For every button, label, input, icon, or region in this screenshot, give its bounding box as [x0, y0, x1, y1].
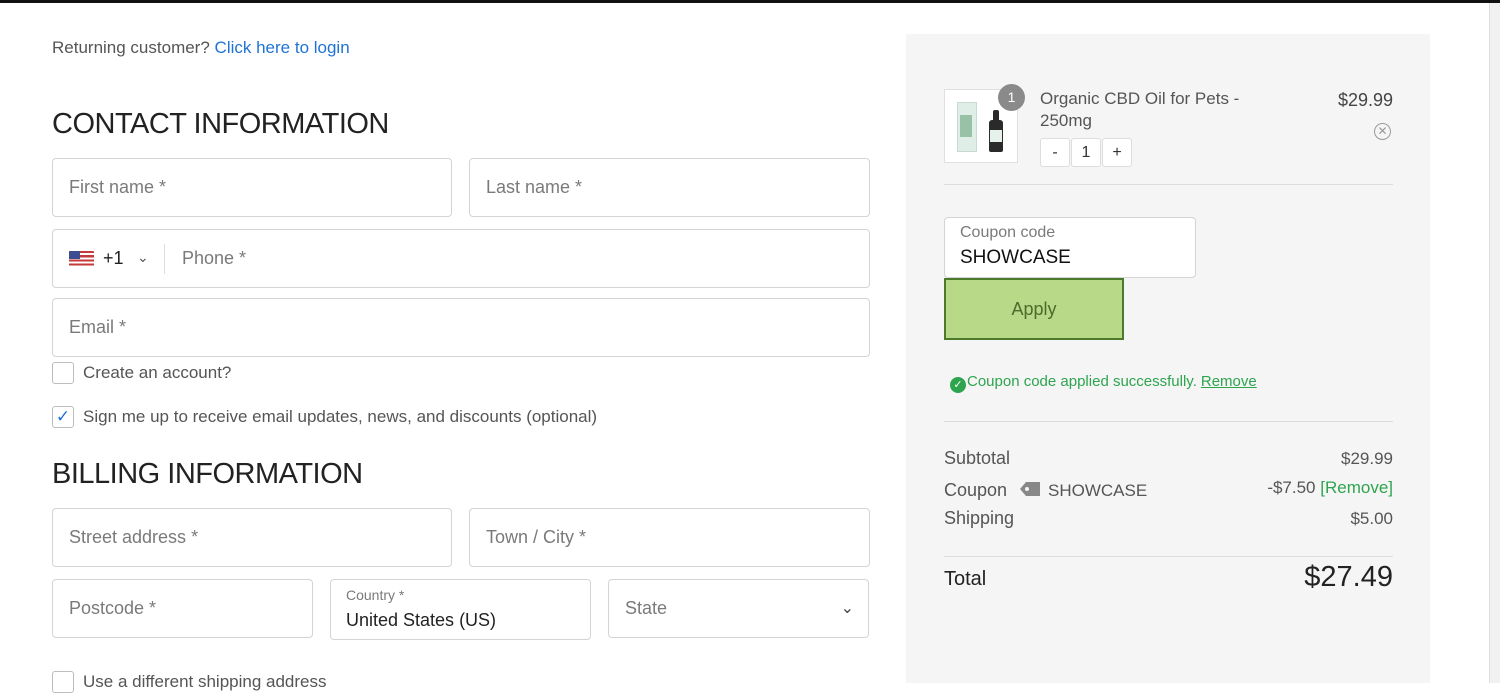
returning-text: Returning customer? — [52, 38, 210, 57]
decrease-qty-button[interactable]: - — [1040, 138, 1070, 167]
returning-customer: Returning customer? Click here to login — [52, 38, 350, 58]
newsletter-label: Sign me up to receive email updates, new… — [83, 407, 598, 426]
subtotal-value: $29.99 — [1341, 449, 1393, 468]
street-placeholder: Street address * — [69, 527, 199, 547]
applied-coupon-code: SHOWCASE — [1048, 481, 1148, 500]
street-field[interactable]: Street address * — [52, 508, 452, 567]
country-select[interactable]: Country * United States (US) — [330, 579, 591, 640]
first-name-field[interactable]: First name * — [52, 158, 452, 217]
check-circle-icon: ✓ — [950, 377, 966, 393]
coupon-value: SHOWCASE — [960, 247, 1071, 268]
phone-placeholder: Phone * — [182, 248, 247, 268]
coupon-discount-value: -$7.50 — [1267, 478, 1316, 497]
country-code[interactable]: +1 — [103, 248, 124, 269]
chevron-down-icon: ⌄ — [840, 600, 854, 617]
country-label: Country * — [346, 587, 405, 603]
us-flag-icon[interactable] — [69, 251, 94, 266]
close-circle-icon[interactable]: ✕ — [1374, 123, 1391, 140]
city-placeholder: Town / City * — [486, 527, 587, 547]
city-field[interactable]: Town / City * — [469, 508, 870, 567]
divider — [944, 556, 1393, 557]
coupon-discount: -$7.50 [Remove] — [1267, 478, 1393, 498]
qty-input[interactable]: 1 — [1071, 138, 1101, 167]
apply-button[interactable]: Apply — [944, 278, 1124, 340]
phone-field[interactable]: +1 ⌄ Phone * — [52, 229, 870, 288]
login-link[interactable]: Click here to login — [215, 38, 350, 57]
quantity-badge: 1 — [998, 84, 1025, 111]
coupon-field[interactable]: Coupon code SHOWCASE — [944, 217, 1196, 278]
subtotal-label: Subtotal — [944, 448, 1011, 468]
product-price: $29.99 — [1337, 90, 1393, 110]
shipping-label: Shipping — [944, 508, 1015, 528]
top-bar — [0, 0, 1500, 3]
email-placeholder: Email * — [69, 317, 127, 337]
state-select[interactable]: State ⌄ — [608, 579, 869, 638]
state-placeholder: State — [625, 598, 668, 618]
total-value: $27.49 — [1304, 561, 1393, 593]
coupon-remove-link[interactable]: [Remove] — [1320, 478, 1393, 497]
chevron-down-icon[interactable]: ⌄ — [137, 249, 149, 266]
newsletter-checkbox[interactable]: ✓ — [52, 406, 74, 428]
email-field[interactable]: Email * — [52, 298, 870, 357]
country-value: United States (US) — [346, 610, 497, 630]
divider — [944, 421, 1393, 422]
product-name: Organic CBD Oil for Pets - 250mg — [1040, 89, 1240, 130]
coupon-success-message: ✓ Coupon code applied successfully. Remove — [950, 373, 1257, 393]
scrollbar[interactable] — [1489, 3, 1500, 683]
create-account-label: Create an account? — [83, 363, 232, 382]
different-shipping-checkbox[interactable] — [52, 671, 74, 693]
tag-icon — [1020, 482, 1040, 496]
contact-title: CONTACT INFORMATION — [52, 108, 389, 140]
postcode-field[interactable]: Postcode * — [52, 579, 313, 638]
success-text: Coupon code applied successfully. — [967, 373, 1197, 390]
postcode-placeholder: Postcode * — [69, 598, 157, 618]
create-account-checkbox[interactable] — [52, 362, 74, 384]
first-name-placeholder: First name * — [69, 177, 167, 197]
last-name-placeholder: Last name * — [486, 177, 583, 197]
divider — [164, 244, 165, 274]
shipping-value: $5.00 — [1350, 509, 1393, 528]
different-shipping-label: Use a different shipping address — [83, 672, 327, 691]
billing-title: BILLING INFORMATION — [52, 458, 363, 490]
coupon-row-label: Coupon — [944, 480, 1008, 500]
increase-qty-button[interactable]: + — [1102, 138, 1132, 167]
remove-coupon-link[interactable]: Remove — [1201, 373, 1257, 390]
total-label: Total — [944, 568, 987, 590]
coupon-label: Coupon code — [960, 224, 1056, 241]
divider — [944, 184, 1393, 185]
last-name-field[interactable]: Last name * — [469, 158, 870, 217]
